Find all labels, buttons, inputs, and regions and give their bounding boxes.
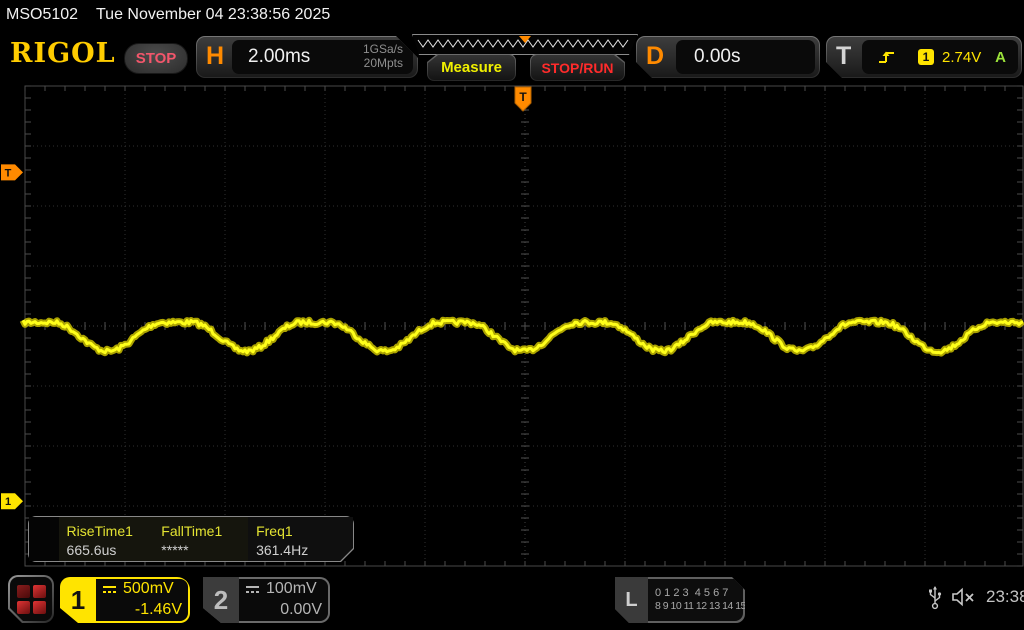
measurement-item: RiseTime1 665.6us (59, 517, 154, 561)
date-time: Tue November 04 23:38:56 2025 (96, 6, 331, 23)
preview-waveform-icon (413, 35, 635, 52)
svg-text:T: T (5, 167, 12, 179)
scope-canvas[interactable]: T T 1 (0, 84, 1024, 567)
timebase-value: 2.00ms (248, 46, 311, 67)
main-menu-button[interactable] (8, 575, 54, 623)
dc-coupling-icon (245, 584, 260, 594)
measurement-results-panel[interactable]: RiseTime1 665.6us FallTime1 ***** Freq1 … (28, 516, 354, 562)
measure-button[interactable]: Measure (427, 54, 516, 81)
usb-icon (929, 586, 942, 610)
ch1-waveform-trace (19, 316, 1024, 357)
measurement-value: 665.6us (66, 542, 117, 558)
measurement-item: FallTime1 ***** (153, 517, 248, 561)
trigger-label: T (836, 42, 852, 70)
channel-2-offset: 0.00V (280, 601, 322, 618)
rigol-logo: RIGOL (10, 38, 116, 69)
horizontal-label: H (206, 42, 225, 70)
menu-grid-icon (10, 577, 52, 621)
sample-rate: 1GSa/s (362, 42, 403, 57)
stop-run-button-label: STOP/RUN (531, 55, 624, 80)
channel-1-scale: 500mV (123, 580, 174, 597)
audio-muted-icon (952, 587, 974, 607)
memory-depth: 20Mpts (363, 56, 403, 70)
oscilloscope-screen: { "title_bar": { "model": "MSO5102", "da… (0, 0, 1024, 630)
measurement-label: FallTime1 (161, 523, 223, 539)
channel-1-offset: -1.46V (134, 601, 182, 618)
trigger-position-marker[interactable]: T (514, 86, 532, 112)
delay-label: D (646, 42, 665, 70)
clock: 23:38 (986, 587, 1024, 606)
horizontal-position-preview[interactable] (412, 34, 638, 55)
svg-text:1: 1 (5, 496, 11, 508)
measurement-label: Freq1 (256, 523, 293, 539)
model-name: MSO5102 (6, 6, 79, 23)
waveform-display-area[interactable]: T T 1 (0, 84, 1024, 567)
delay-panel[interactable]: D 0.00s (636, 36, 820, 78)
measurement-item: Freq1 361.4Hz (248, 517, 353, 561)
trigger-level-value: 2.74V (942, 48, 982, 66)
logic-label: L (615, 577, 648, 623)
horizontal-panel[interactable]: H 2.00ms 1GSa/s 20Mpts (196, 36, 418, 78)
channel-1-box[interactable]: 1 500mV -1.46V (60, 577, 190, 623)
channel-2-box[interactable]: 2 100mV 0.00V (203, 577, 330, 623)
trigger-level-marker[interactable]: T (1, 164, 23, 181)
measure-button-label: Measure (428, 55, 515, 80)
logic-channels-box[interactable]: 0 1 2 3 4 5 6 7 8 9 10 11 12 13 14 15 L (615, 577, 745, 623)
measurement-value: ***** (161, 542, 189, 558)
measurement-value: 361.4Hz (256, 542, 309, 558)
trigger-panel[interactable]: T 1 2.74V A (826, 36, 1022, 78)
stop-run-button[interactable]: STOP/RUN (530, 54, 625, 81)
bottom-status-bar: 1 500mV -1.46V 2 100mV 0.00V 0 1 2 3 4 5… (0, 567, 1024, 630)
dc-coupling-icon (102, 584, 117, 594)
trigger-mode: A (995, 48, 1006, 66)
svg-text:T: T (519, 90, 527, 104)
channel-1-offset-marker[interactable]: 1 (1, 493, 23, 510)
title-bar: MSO5102 Tue November 04 23:38:56 2025 (0, 0, 1024, 30)
measurement-label: RiseTime1 (66, 523, 133, 539)
channel-2-scale: 100mV (266, 580, 317, 597)
rising-edge-trigger-icon (878, 48, 896, 66)
measurement-spacer-cell (29, 517, 59, 561)
logic-channels-row1: 0 1 2 3 4 5 6 7 (655, 586, 729, 599)
trigger-source-badge: 1 (918, 49, 934, 65)
channel-2-number: 2 (203, 577, 239, 623)
acquisition-status-badge: STOP (124, 43, 188, 74)
channel-1-number: 1 (70, 584, 86, 615)
delay-value: 0.00s (694, 46, 741, 67)
header-bar: RIGOL STOP H 2.00ms 1GSa/s 20Mpts Measur… (0, 30, 1024, 84)
logic-channels-row2: 8 9 10 11 12 13 14 15 (655, 600, 746, 613)
